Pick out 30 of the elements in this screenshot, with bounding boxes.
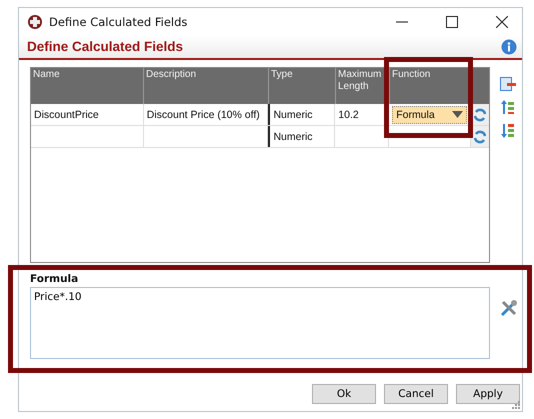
table-cell: DiscountPrice [34,108,99,120]
refresh-icon[interactable] [474,130,486,144]
dialog-button[interactable]: Ok [312,384,376,404]
table-cell: 10.2 [338,108,359,120]
column-header[interactable]: Type [269,68,336,104]
column-header[interactable]: Name [31,68,144,104]
window-title: Define Calculated Fields [49,14,188,28]
resize-grip-icon[interactable] [512,401,520,409]
dialog-button[interactable]: Apply [456,384,520,404]
column-header[interactable]: Function [390,68,472,104]
table-cell: Numeric [273,108,313,120]
table-cell: Numeric [273,130,313,142]
column-header[interactable]: Description [144,68,269,104]
add-field-icon[interactable] [500,77,516,91]
formula-field[interactable]: Price*.10 [30,287,490,359]
function-dropdown[interactable]: Formula [392,106,467,124]
formula-label: Formula [30,273,80,285]
dialog-button[interactable]: Cancel [384,384,448,404]
caret-icon[interactable] [452,111,463,118]
app-icon [27,14,43,30]
move-down-icon[interactable] [500,123,514,139]
close-icon[interactable] [496,16,508,28]
table-cell: Discount Price (10% off) [146,108,260,120]
tools-icon[interactable] [500,299,518,317]
info-icon[interactable] [501,38,517,54]
maximize-icon[interactable] [446,16,458,28]
dialog-heading: Define Calculated Fields [27,39,184,54]
move-up-icon[interactable] [500,99,514,115]
column-header[interactable]: Maximum Length [336,68,390,104]
refresh-icon[interactable] [474,108,486,122]
